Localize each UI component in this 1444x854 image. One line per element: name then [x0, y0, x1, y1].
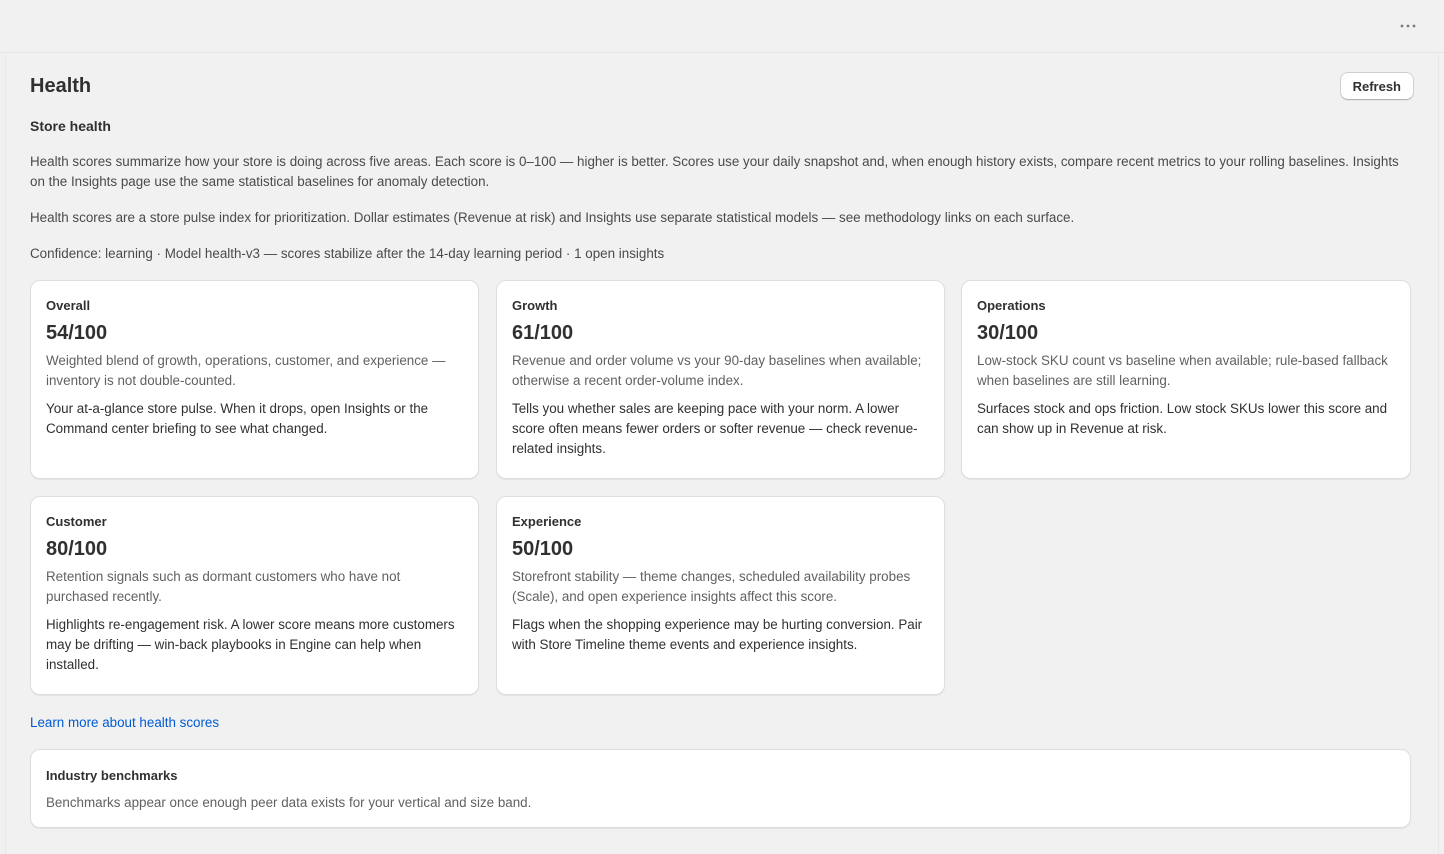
- score-card-operations: Operations 30/100 Low-stock SKU count vs…: [961, 280, 1411, 479]
- card-label: Customer: [46, 514, 107, 529]
- card-description: Storefront stability — theme changes, sc…: [512, 569, 911, 604]
- card-score: 61/100: [512, 322, 574, 344]
- card-note: Tells you whether sales are keeping pace…: [512, 401, 918, 456]
- card-score: 54/100: [46, 322, 108, 344]
- card-score: 30/100: [977, 322, 1039, 344]
- card-score: 80/100: [46, 538, 108, 560]
- main-content: Health Refresh Store health Health score…: [5, 54, 1439, 854]
- card-description: Low-stock SKU count vs baseline when ava…: [977, 353, 1388, 388]
- card-note: Highlights re-engagement risk. A lower s…: [46, 617, 455, 672]
- more-horizontal-icon[interactable]: [1398, 14, 1418, 38]
- card-description: Retention signals such as dormant custom…: [46, 569, 401, 604]
- industry-benchmarks-card: Industry benchmarks Benchmarks appear on…: [30, 749, 1411, 828]
- methodology-paragraph: Health scores are a store pulse index fo…: [30, 210, 1075, 225]
- card-label: Overall: [46, 298, 91, 313]
- score-card-experience: Experience 50/100 Storefront stability —…: [496, 496, 945, 695]
- card-description: Weighted blend of growth, operations, cu…: [46, 353, 446, 388]
- card-score: 50/100: [512, 538, 574, 560]
- benchmarks-title: Industry benchmarks: [46, 768, 178, 783]
- section-title: Store health: [30, 118, 111, 134]
- card-note: Surfaces stock and ops friction. Low sto…: [977, 401, 1388, 436]
- score-card-overall: Overall 54/100 Weighted blend of growth,…: [30, 280, 479, 479]
- page-title: Health: [30, 75, 92, 97]
- card-label: Operations: [977, 298, 1046, 313]
- card-label: Experience: [512, 514, 582, 529]
- card-label: Growth: [512, 298, 558, 313]
- card-description: Revenue and order volume vs your 90-day …: [512, 353, 922, 388]
- refresh-button[interactable]: Refresh: [1339, 72, 1414, 100]
- score-card-growth: Growth 61/100 Revenue and order volume v…: [496, 280, 945, 479]
- score-card-customer: Customer 80/100 Retention signals such a…: [30, 496, 479, 695]
- benchmarks-text: Benchmarks appear once enough peer data …: [46, 795, 532, 810]
- confidence-line: Confidence: learning · Model health-v3 —…: [30, 246, 665, 261]
- top-bar: [0, 0, 1444, 53]
- learn-more-link[interactable]: Learn more about health scores: [30, 713, 219, 733]
- card-note: Flags when the shopping experience may b…: [512, 617, 923, 652]
- intro-paragraph: Health scores summarize how your store i…: [30, 154, 1399, 189]
- card-note: Your at-a-glance store pulse. When it dr…: [46, 401, 429, 436]
